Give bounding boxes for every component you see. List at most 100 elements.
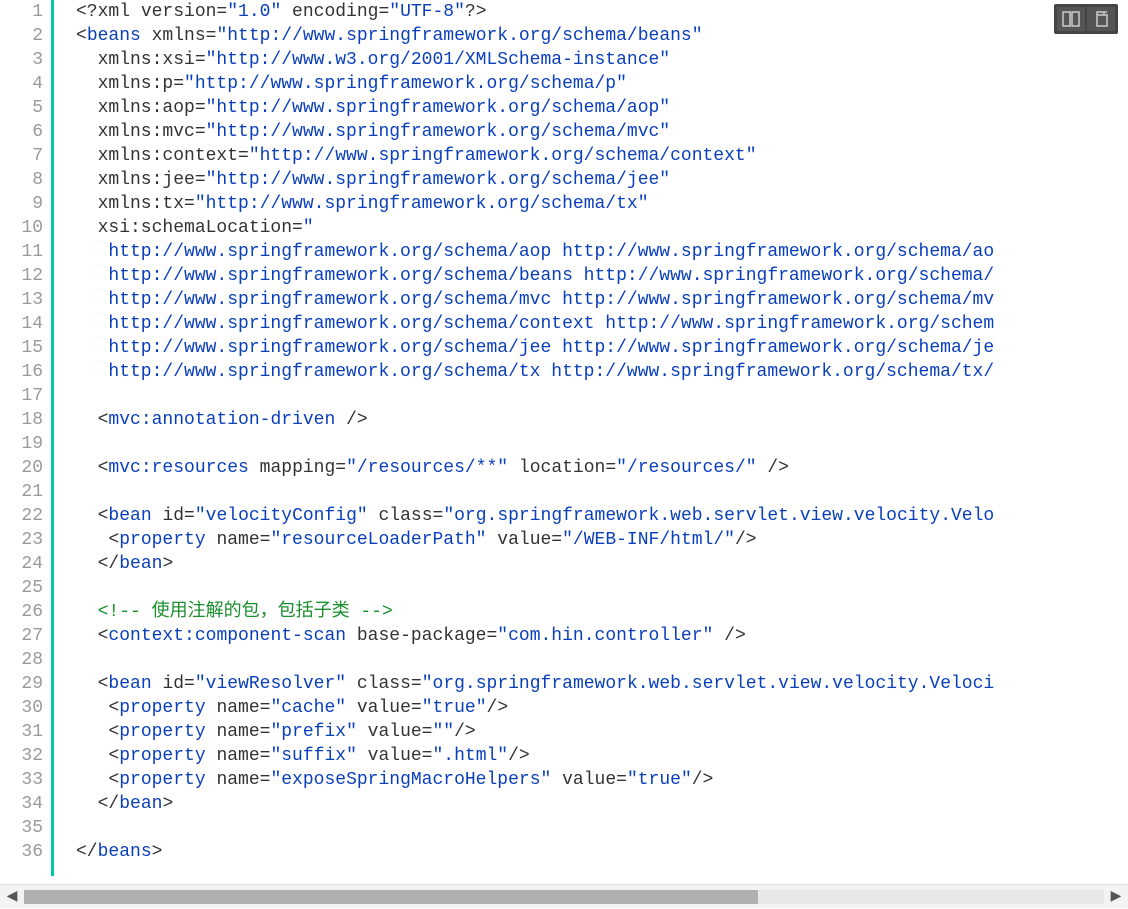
code-line[interactable]: [76, 576, 1128, 600]
code-token: <: [108, 698, 119, 718]
line-number: 22: [0, 504, 43, 528]
code-line[interactable]: xmlns:context="http://www.springframewor…: [76, 144, 1128, 168]
code-line[interactable]: http://www.springframework.org/schema/co…: [76, 312, 1128, 336]
code-token: value=: [551, 770, 627, 790]
copy-icon: [1093, 11, 1109, 27]
code-token: "http://www.springframework.org/schema/c…: [249, 146, 757, 166]
scroll-right-arrow[interactable]: ▶: [1104, 885, 1128, 909]
code-token: "true": [627, 770, 692, 790]
code-token: />: [713, 626, 745, 646]
code-line[interactable]: http://www.springframework.org/schema/tx…: [76, 360, 1128, 384]
line-number: 4: [0, 72, 43, 96]
code-token: name=: [206, 770, 271, 790]
code-line[interactable]: xmlns:jee="http://www.springframework.or…: [76, 168, 1128, 192]
code-line[interactable]: http://www.springframework.org/schema/mv…: [76, 288, 1128, 312]
code-line[interactable]: xmlns:xsi="http://www.w3.org/2001/XMLSch…: [76, 48, 1128, 72]
code-line[interactable]: [76, 816, 1128, 840]
code-line[interactable]: <mvc:resources mapping="/resources/**" l…: [76, 456, 1128, 480]
code-line[interactable]: <property name="exposeSpringMacroHelpers…: [76, 768, 1128, 792]
code-token: xml: [98, 2, 130, 22]
code-line[interactable]: <property name="suffix" value=".html"/>: [76, 744, 1128, 768]
code-line[interactable]: </beans>: [76, 840, 1128, 864]
line-number: 28: [0, 648, 43, 672]
code-line[interactable]: xmlns:tx="http://www.springframework.org…: [76, 192, 1128, 216]
code-token: />: [454, 722, 476, 742]
horizontal-scrollbar[interactable]: ◀ ▶: [0, 884, 1128, 908]
line-number-gutter: 1234567891011121314151617181920212223242…: [0, 0, 54, 876]
code-token: ": [303, 218, 314, 238]
code-line[interactable]: xmlns:mvc="http://www.springframework.or…: [76, 120, 1128, 144]
code-token: />: [757, 458, 789, 478]
code-token: beans: [87, 26, 141, 46]
code-line[interactable]: xmlns:p="http://www.springframework.org/…: [76, 72, 1128, 96]
line-number: 20: [0, 456, 43, 480]
scroll-track[interactable]: [24, 890, 1104, 904]
code-token: "http://www.springframework.org/schema/a…: [206, 98, 670, 118]
code-token: />: [508, 746, 530, 766]
code-token: <: [98, 458, 109, 478]
code-token: [76, 530, 108, 550]
scroll-left-arrow[interactable]: ◀: [0, 885, 24, 909]
code-token: context:component-scan: [108, 626, 346, 646]
line-number: 7: [0, 144, 43, 168]
code-line[interactable]: xsi:schemaLocation=": [76, 216, 1128, 240]
code-token: [76, 722, 108, 742]
line-number: 23: [0, 528, 43, 552]
line-number: 17: [0, 384, 43, 408]
line-number: 11: [0, 240, 43, 264]
code-token: http://www.springframework.org/schema/tx…: [76, 362, 994, 382]
code-token: "org.springframework.web.servlet.view.ve…: [422, 674, 995, 694]
code-line[interactable]: <property name="resourceLoaderPath" valu…: [76, 528, 1128, 552]
code-token: <: [108, 770, 119, 790]
code-line[interactable]: <mvc:annotation-driven />: [76, 408, 1128, 432]
code-line[interactable]: <bean id="viewResolver" class="org.sprin…: [76, 672, 1128, 696]
line-number: 29: [0, 672, 43, 696]
code-content-area[interactable]: <?xml version="1.0" encoding="UTF-8"?><b…: [54, 0, 1128, 876]
code-line[interactable]: [76, 432, 1128, 456]
line-number: 16: [0, 360, 43, 384]
editor-toolbar: [1054, 4, 1118, 34]
code-token: />: [735, 530, 757, 550]
code-line[interactable]: [76, 384, 1128, 408]
line-number: 6: [0, 120, 43, 144]
code-line[interactable]: <beans xmlns="http://www.springframework…: [76, 24, 1128, 48]
line-number: 34: [0, 792, 43, 816]
code-token: value=: [346, 698, 422, 718]
code-token: "": [433, 722, 455, 742]
code-token: http://www.springframework.org/schema/be…: [76, 266, 994, 286]
scroll-thumb[interactable]: [24, 890, 758, 904]
line-number: 18: [0, 408, 43, 432]
code-line[interactable]: <property name="prefix" value=""/>: [76, 720, 1128, 744]
code-token: property: [119, 746, 205, 766]
code-token: xmlns:context=: [76, 146, 249, 166]
split-view-icon: [1062, 11, 1080, 27]
code-line[interactable]: http://www.springframework.org/schema/ao…: [76, 240, 1128, 264]
code-line[interactable]: <!-- 使用注解的包，包括子类 -->: [76, 600, 1128, 624]
code-token: ?>: [465, 2, 487, 22]
code-token: "/WEB-INF/html/": [562, 530, 735, 550]
code-token: xmlns:p=: [76, 74, 184, 94]
code-line[interactable]: <context:component-scan base-package="co…: [76, 624, 1128, 648]
code-token: [76, 674, 98, 694]
code-line[interactable]: </bean>: [76, 792, 1128, 816]
code-line[interactable]: [76, 480, 1128, 504]
code-line[interactable]: [76, 648, 1128, 672]
code-token: "resourceLoaderPath": [270, 530, 486, 550]
line-number: 13: [0, 288, 43, 312]
line-number: 26: [0, 600, 43, 624]
code-line[interactable]: http://www.springframework.org/schema/je…: [76, 336, 1128, 360]
copy-button[interactable]: [1087, 7, 1115, 31]
code-token: "exposeSpringMacroHelpers": [270, 770, 551, 790]
code-token: "/resources/": [616, 458, 756, 478]
code-token: http://www.springframework.org/schema/mv…: [76, 290, 994, 310]
code-token: [76, 506, 98, 526]
code-line[interactable]: xmlns:aop="http://www.springframework.or…: [76, 96, 1128, 120]
code-token: xmlns:mvc=: [76, 122, 206, 142]
code-line[interactable]: </bean>: [76, 552, 1128, 576]
code-line[interactable]: <?xml version="1.0" encoding="UTF-8"?>: [76, 0, 1128, 24]
code-line[interactable]: <property name="cache" value="true"/>: [76, 696, 1128, 720]
split-view-button[interactable]: [1057, 7, 1085, 31]
code-token: >: [162, 554, 173, 574]
code-line[interactable]: <bean id="velocityConfig" class="org.spr…: [76, 504, 1128, 528]
code-line[interactable]: http://www.springframework.org/schema/be…: [76, 264, 1128, 288]
